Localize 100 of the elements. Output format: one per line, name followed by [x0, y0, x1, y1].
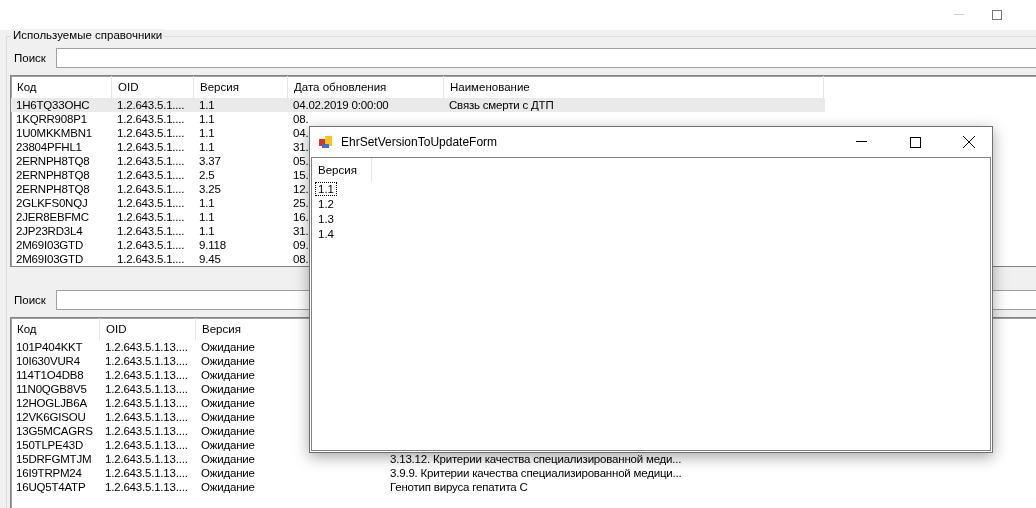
table-cell: 1.2.643.5.1.... [117, 154, 185, 168]
table-cell: 1.2.643.5.1.... [117, 196, 185, 210]
table-cell: 12HOGLJB6A [16, 396, 87, 410]
table-cell: 04. [293, 126, 309, 140]
table-cell: 1.2.643.5.1.... [117, 182, 185, 196]
table-cell: Ожидание [201, 396, 255, 410]
table-cell: 114T1O4DB8 [16, 368, 84, 382]
column-header[interactable]: OID [100, 318, 196, 340]
table-cell: 9.45 [199, 252, 221, 266]
close-icon[interactable] [963, 136, 975, 148]
maximize-icon[interactable] [909, 136, 921, 148]
table-cell: 09. [293, 238, 309, 252]
table-cell: 13G5MCAGRS [16, 424, 93, 438]
table-cell: Ожидание [201, 480, 255, 494]
table-cell: 2M69I03GTD [16, 252, 84, 266]
table-cell: 1.2.643.5.1.13.... [105, 480, 188, 494]
table-cell: 10I630VUR4 [16, 354, 80, 368]
table-cell: 1.1 [199, 140, 215, 154]
table-cell: 1.2.643.5.1.... [117, 238, 185, 252]
table-cell: 11N0QGB8V5 [16, 382, 87, 396]
table-cell: 2ERNPH8TQ8 [16, 154, 90, 168]
table-cell: 1.2.643.5.1.13.... [105, 382, 188, 396]
table-cell: 1.1 [199, 112, 215, 126]
table-cell: Связь смерти с ДТП [449, 98, 554, 112]
table-cell: 1.1 [199, 98, 215, 112]
table-cell: 3.13.12. Критерии качества специализированной меди... [390, 452, 682, 466]
table-cell: 1.2.643.5.1.13.... [105, 396, 188, 410]
list-item[interactable]: 1.1 [316, 183, 336, 195]
search-field[interactable] [55, 48, 1036, 68]
table-cell: 12. [293, 182, 309, 196]
search-label: Поиск [14, 52, 46, 64]
table-cell: 1H6TQ33OHC [16, 98, 90, 112]
table-cell: 1.2.643.5.1.13.... [105, 438, 188, 452]
column-header[interactable]: Код [11, 318, 100, 340]
table-cell: Генотип вируса гепатита С [390, 480, 528, 494]
table-cell: 1.2.643.5.1.13.... [105, 340, 188, 354]
table-cell: 1.2.643.5.1.13.... [105, 354, 188, 368]
table-cell: 04.02.2019 0:00:00 [293, 98, 389, 112]
search-label: Поиск [14, 294, 46, 306]
table-cell: 1.2.643.5.1.13.... [105, 410, 188, 424]
table-cell: 15DRFGMTJM [16, 452, 92, 466]
table-cell: 12VK6GISOU [16, 410, 86, 424]
table-cell: 05. [293, 154, 309, 168]
table-cell: 16I9TRPM24 [16, 466, 82, 480]
table-cell: 1.1 [199, 210, 215, 224]
table-cell: Ожидание [201, 424, 255, 438]
table-cell: 1.2.643.5.1.... [117, 252, 185, 266]
table-cell: 23804PFHL1 [16, 140, 82, 154]
table-cell: 16. [293, 210, 309, 224]
table-cell: 9.118 [199, 238, 226, 252]
table-cell: 1.2.643.5.1.13.... [105, 424, 188, 438]
window-title: EhrSetVersionToUpdateForm [341, 135, 499, 149]
table-cell: 2M69I03GTD [16, 238, 84, 252]
table-cell: 1.2.643.5.1.... [117, 126, 185, 140]
table-cell: 150TLPE43D [16, 438, 84, 452]
table-cell: Ожидание [201, 438, 255, 452]
table-cell: 3.25 [199, 182, 221, 196]
table-cell: 1.2.643.5.1.13.... [105, 466, 188, 480]
table-cell: 31. [293, 224, 309, 238]
table-cell: 2ERNPH8TQ8 [16, 182, 90, 196]
table-cell: 1.2.643.5.1.... [117, 140, 185, 154]
table-cell: 1U0MKKMBN1 [16, 126, 92, 140]
table-cell: 1.1 [199, 196, 215, 210]
list-item[interactable]: 1.4 [316, 228, 336, 240]
table-row[interactable]: 1KQRR908P1 1.2.643.5.1.... 1.1 08. [11, 112, 825, 126]
table-cell: 1.2.643.5.1.... [117, 112, 185, 126]
table-cell: 1.2.643.5.1.... [117, 98, 185, 112]
table-cell: 2GLKFS0NQJ [16, 196, 88, 210]
table-cell: 1.2.643.5.1.13.... [105, 368, 188, 382]
table-cell: 3.9.9. Критерии качества специализированной медици... [390, 466, 682, 480]
table-cell: 1.2.643.5.1.... [117, 168, 185, 182]
list-item[interactable]: 1.3 [316, 213, 336, 225]
table-cell: 2JP23RD3L4 [16, 224, 83, 238]
table-cell: 1KQRR908P1 [16, 112, 87, 126]
minimize-icon[interactable] [855, 141, 867, 143]
table-cell: 3.37 [199, 154, 221, 168]
table-cell: Ожидание [201, 410, 255, 424]
table-cell: Ожидание [201, 382, 255, 396]
table-cell: 1.1 [199, 224, 215, 238]
group-title: Используемые справочники [11, 29, 165, 41]
table-cell: Ожидание [201, 452, 255, 466]
list-item[interactable]: 1.2 [316, 198, 336, 210]
table-cell: 2JER8EBFMC [16, 210, 89, 224]
table-cell: 1.2.643.5.1.13.... [105, 452, 188, 466]
table-cell: 1.2.643.5.1.... [117, 224, 185, 238]
table-cell: 16UQ5T4ATP [16, 480, 86, 494]
table-cell: 2ERNPH8TQ8 [16, 168, 90, 182]
table-cell: 2.5 [199, 168, 215, 182]
table-cell: 1.1 [199, 126, 215, 140]
table-cell: Ожидание [201, 466, 255, 480]
table-cell: Ожидание [201, 368, 255, 382]
table-cell: 15. [293, 168, 309, 182]
table-cell: Ожидание [201, 354, 255, 368]
table-row[interactable]: 1H6TQ33OHC 1.2.643.5.1.... 1.1 04.02.2019 0:00:00 Связь смерти с ДТП [11, 98, 825, 112]
table-cell: 25. [293, 196, 309, 210]
column-header[interactable]: Версия [312, 158, 372, 182]
table-cell: 1.2.643.5.1.... [117, 210, 185, 224]
table-cell: 08. [293, 252, 309, 266]
app-icon [319, 135, 333, 149]
table-cell: 08. [293, 112, 309, 126]
